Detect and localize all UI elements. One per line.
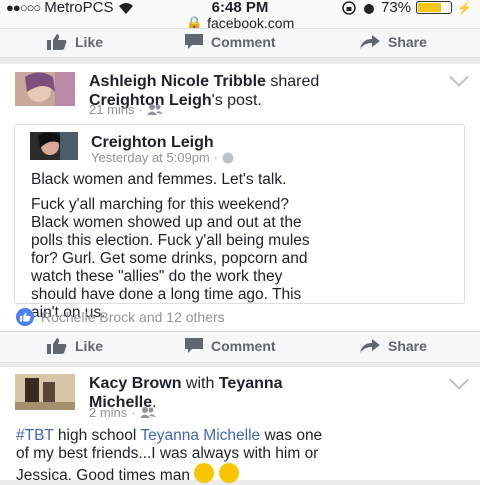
friends-icon [139,407,156,418]
post-tbt: Kacy Brown with Teyanna Michelle. 2 mins… [0,367,480,484]
globe-icon [222,152,234,163]
post-meta: 2 mins · [89,405,156,420]
like-reaction-icon [16,308,34,326]
share-icon [360,35,380,49]
status-right: 73% ⚡ [341,0,472,16]
friends-icon [146,104,163,115]
shared-post-card[interactable]: Creighton Leigh Yesterday at 5:09pm · Bl… [14,124,465,321]
battery-icon [416,1,453,14]
mention-link[interactable]: Teyanna Michelle [140,427,260,444]
alarm-icon [364,3,375,14]
battery-percent: 73% [381,0,412,16]
reactions-summary[interactable]: Rochelle Brock and 12 others [16,308,225,326]
post-shared: Ashleigh Nicole Tribble shared Creighton… [0,64,480,331]
shared-post-intro: Black women and femmes. Let's talk. [31,171,287,188]
thumbs-up-icon [47,34,67,50]
post-body: #TBT high school Teyanna Michelle was on… [16,427,323,484]
tagged-friend-link[interactable]: Teyanna [219,375,283,392]
comment-icon [185,34,203,49]
comment-icon [185,338,203,353]
share-button[interactable]: Share [360,338,427,354]
timestamp[interactable]: 2 mins [89,405,127,420]
avatar[interactable] [15,72,75,106]
author-name[interactable]: Kacy Brown [89,375,181,392]
hashtag-link[interactable]: #TBT [16,427,54,444]
post-meta: 21 mins · [89,102,163,117]
action-bar-top: Like Comment Share [0,28,480,58]
shared-timestamp[interactable]: Yesterday at 5:09pm [91,150,210,165]
action-bar-post1: Like Comment Share [0,331,480,363]
rotation-lock-icon [342,0,356,15]
avatar[interactable] [15,374,75,410]
shared-author-avatar[interactable] [30,132,78,160]
reactions-label: Rochelle Brock and 12 others [41,309,225,325]
like-button[interactable]: Like [47,34,103,50]
comment-button[interactable]: Comment [185,34,276,50]
like-button[interactable]: Like [47,338,103,354]
post-options-chevron-icon[interactable] [449,67,469,87]
timestamp[interactable]: 21 mins [89,102,135,117]
shared-post-meta: Yesterday at 5:09pm · [91,150,234,165]
laughing-emoji-icon [218,463,239,483]
laughing-emoji-icon [194,463,215,483]
share-icon [360,339,380,353]
shared-post-body: Fuck y'all marching for this weekend? Bl… [31,196,310,321]
comment-button[interactable]: Comment [185,338,276,354]
author-name[interactable]: Ashleigh Nicole Tribble [89,73,266,90]
thumbs-up-icon [47,338,67,354]
share-button[interactable]: Share [360,34,427,50]
post-options-chevron-icon[interactable] [449,370,469,390]
charging-icon: ⚡ [457,0,472,15]
